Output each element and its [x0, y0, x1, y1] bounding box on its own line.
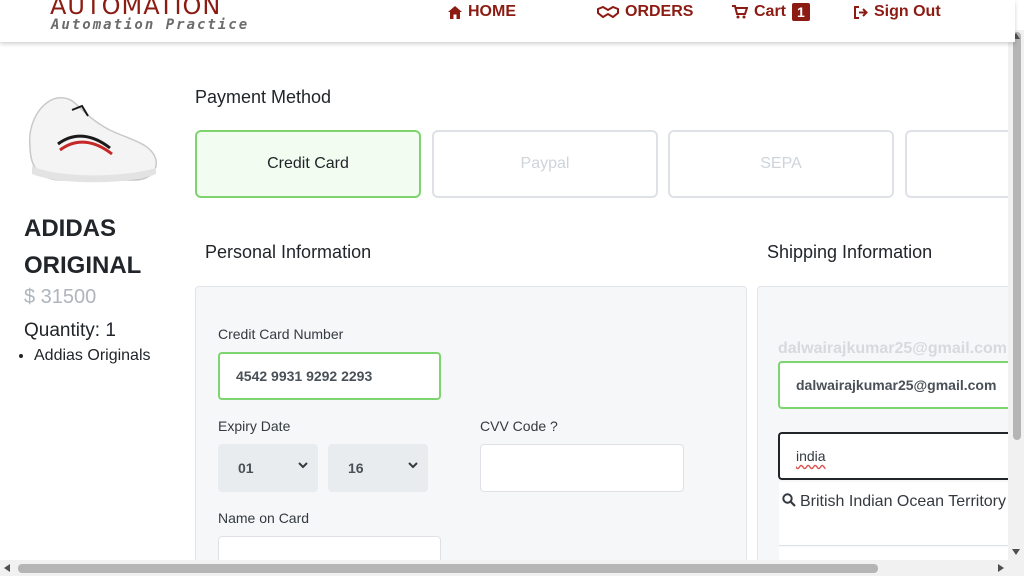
product-image [28, 97, 157, 183]
nav-cart-label: Cart [754, 3, 787, 20]
logo-subtitle: Automation Practice [51, 17, 250, 33]
nav-home-link[interactable]: HOME [448, 1, 516, 23]
product-feature-list: Addias Originals [34, 347, 151, 365]
country-suggestion-item[interactable]: British Indian Ocean Territory [779, 482, 1009, 546]
nav-orders-label: ORDERS [625, 3, 694, 20]
chevron-down-icon [408, 462, 418, 469]
horizontal-scroll-thumb[interactable] [18, 564, 878, 573]
name-on-card-label: Name on Card [218, 510, 310, 526]
expiry-year-select[interactable]: 16 [328, 444, 428, 492]
nav-home-label: HOME [468, 3, 516, 20]
country-suggestion-label: British Indian Ocean Territory [799, 493, 1006, 510]
nav-signout-label: Sign Out [874, 3, 941, 20]
shipping-info-title: Shipping Information [767, 242, 933, 262]
scroll-down-arrow-icon[interactable] [1012, 549, 1020, 555]
cvv-input[interactable] [480, 444, 684, 492]
scroll-right-arrow-icon[interactable] [998, 564, 1004, 572]
scroll-left-arrow-icon[interactable] [4, 564, 10, 572]
expiry-month-value: 01 [238, 460, 254, 476]
cart-count-badge: 1 [792, 3, 810, 21]
payment-option-credit-card[interactable]: Credit Card [195, 130, 421, 198]
product-name: ADIDAS ORIGINAL [24, 215, 142, 279]
vertical-scroll-thumb[interactable] [1013, 32, 1021, 440]
country-search-input[interactable]: india [778, 432, 1014, 480]
email-input[interactable]: dalwairajkumar25@gmail.com [778, 361, 1014, 409]
expiry-month-select[interactable]: 01 [218, 444, 318, 492]
payment-option-partial[interactable]: In [905, 130, 1015, 198]
card-number-input[interactable]: 4542 9931 9292 2293 [218, 352, 441, 400]
handshake-icon [597, 5, 619, 19]
cart-icon [732, 5, 748, 19]
signout-icon [854, 5, 868, 19]
cvv-label: CVV Code ? [480, 418, 558, 434]
chevron-down-icon [298, 462, 308, 469]
home-icon [448, 5, 462, 19]
expiry-date-label: Expiry Date [218, 418, 291, 434]
payment-option-sepa[interactable]: SEPA [668, 130, 894, 198]
search-icon [782, 493, 796, 507]
nav-orders-link[interactable]: ORDERS [597, 1, 693, 23]
payment-method-label: Payment Method [195, 87, 332, 107]
country-suggestion-item-partial[interactable] [779, 547, 1009, 561]
card-number-label: Credit Card Number [218, 326, 344, 342]
expiry-year-value: 16 [348, 460, 364, 476]
payment-option-paypal[interactable]: Paypal [432, 130, 658, 198]
personal-info-title: Personal Information [205, 242, 372, 262]
list-item: Addias Originals [34, 347, 151, 365]
top-navbar: AUTOMATION Automation Practice HOME ORDE… [0, 0, 1015, 42]
product-price: $ 31500 [24, 286, 97, 308]
product-quantity: Quantity: 1 [24, 320, 116, 341]
email-placeholder-text: dalwairajkumar25@gmail.com [778, 340, 1008, 357]
nav-signout-link[interactable]: Sign Out [854, 1, 941, 23]
nav-cart-link[interactable]: Cart 1 [732, 1, 810, 23]
country-search-value: india [796, 448, 826, 464]
